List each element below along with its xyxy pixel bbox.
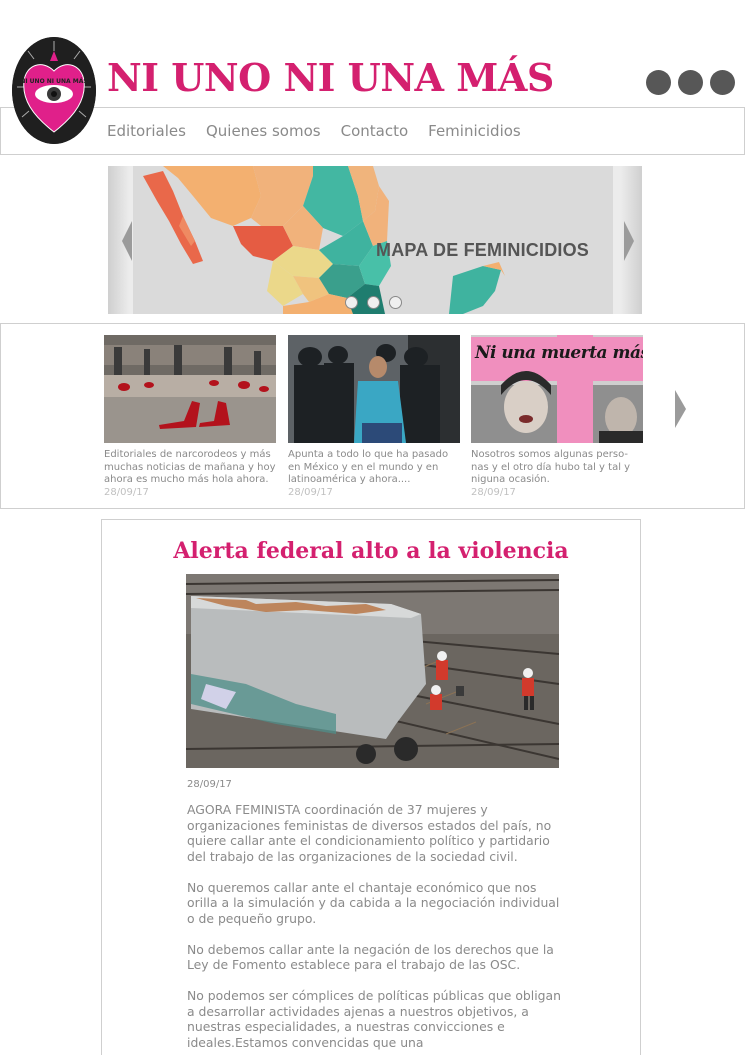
svg-text:NI UNO NI UNA MÁS: NI UNO NI UNA MÁS — [20, 78, 87, 85]
protest-sign-text: Ni una muerta más — [475, 343, 643, 363]
article-title[interactable]: Alerta federal alto a la violencia — [102, 538, 640, 564]
site-logo[interactable]: NI UNO NI UNA MÁS — [12, 37, 96, 144]
hero-dot-1[interactable] — [345, 296, 358, 309]
featured-article: Alerta federal alto a la violencia 28/09… — [101, 519, 641, 1055]
news-card-date: 28/09/17 — [471, 486, 516, 498]
more-dots-icon[interactable] — [710, 70, 735, 95]
nav-item-quienes-somos[interactable]: Quienes somos — [206, 122, 321, 140]
nav-item-feminicidios[interactable]: Feminicidios — [428, 122, 521, 140]
news-carousel: Editoriales de narcorodeos y más muchas … — [0, 323, 745, 509]
news-card[interactable]: Ni una muerta más Nosotros somos algunas… — [471, 335, 643, 499]
news-card[interactable]: Editoriales de narcorodeos y más muchas … — [104, 335, 276, 499]
article-date: 28/09/17 — [187, 779, 232, 790]
article-paragraph: No queremos callar ante el chantaje econ… — [187, 879, 560, 926]
hero-dot-2[interactable] — [367, 296, 380, 309]
more-dots-icon[interactable] — [646, 70, 671, 95]
news-card[interactable]: Apunta a todo lo que ha pasado en México… — [288, 335, 460, 499]
nav-item-contacto[interactable]: Contacto — [341, 122, 409, 140]
hero-prev-arrow-icon[interactable] — [122, 221, 132, 261]
news-card-text: Nosotros somos algunas perso-nas y el ot… — [471, 449, 631, 485]
news-card-date: 28/09/17 — [288, 486, 333, 498]
article-paragraph: No podemos ser cómplices de políticas pú… — [187, 988, 561, 1050]
logo-heart-eye-icon: NI UNO NI UNA MÁS — [12, 37, 96, 144]
site-title[interactable]: NI UNO NI UNA MÁS — [107, 55, 554, 100]
article-body: AGORA FEMINISTA coordinación de 37 mujer… — [187, 802, 567, 1055]
news-card-text: Apunta a todo lo que ha pasado en México… — [288, 449, 449, 485]
main-nav: Editoriales Quienes somos Contacto Femin… — [0, 107, 745, 155]
article-image — [186, 574, 559, 768]
article-paragraph: AGORA FEMINISTA coordinación de 37 mujer… — [187, 802, 552, 864]
nav-item-editoriales[interactable]: Editoriales — [107, 122, 186, 140]
hero-caption: MAPA DE FEMINICIDIOS — [376, 240, 590, 260]
carousel-next-arrow-icon[interactable] — [675, 390, 686, 428]
hero-dot-3[interactable] — [389, 296, 402, 309]
news-card-date: 28/09/17 — [104, 486, 149, 498]
news-card-image — [104, 335, 276, 443]
nav-links: Editoriales Quienes somos Contacto Femin… — [107, 122, 521, 140]
more-dots-icon[interactable] — [678, 70, 703, 95]
hero-next-arrow-icon[interactable] — [624, 221, 634, 261]
menu-dots-button[interactable] — [646, 70, 735, 95]
news-card-image: Ni una muerta más — [471, 335, 643, 443]
news-card-image — [288, 335, 460, 443]
hero-slider[interactable]: MAPA DE FEMINICIDIOS — [108, 166, 642, 314]
hero-pagination — [345, 296, 402, 309]
news-card-text: Editoriales de narcorodeos y más muchas … — [104, 449, 276, 485]
article-paragraph: No debemos callar ante la negación de lo… — [187, 941, 554, 973]
